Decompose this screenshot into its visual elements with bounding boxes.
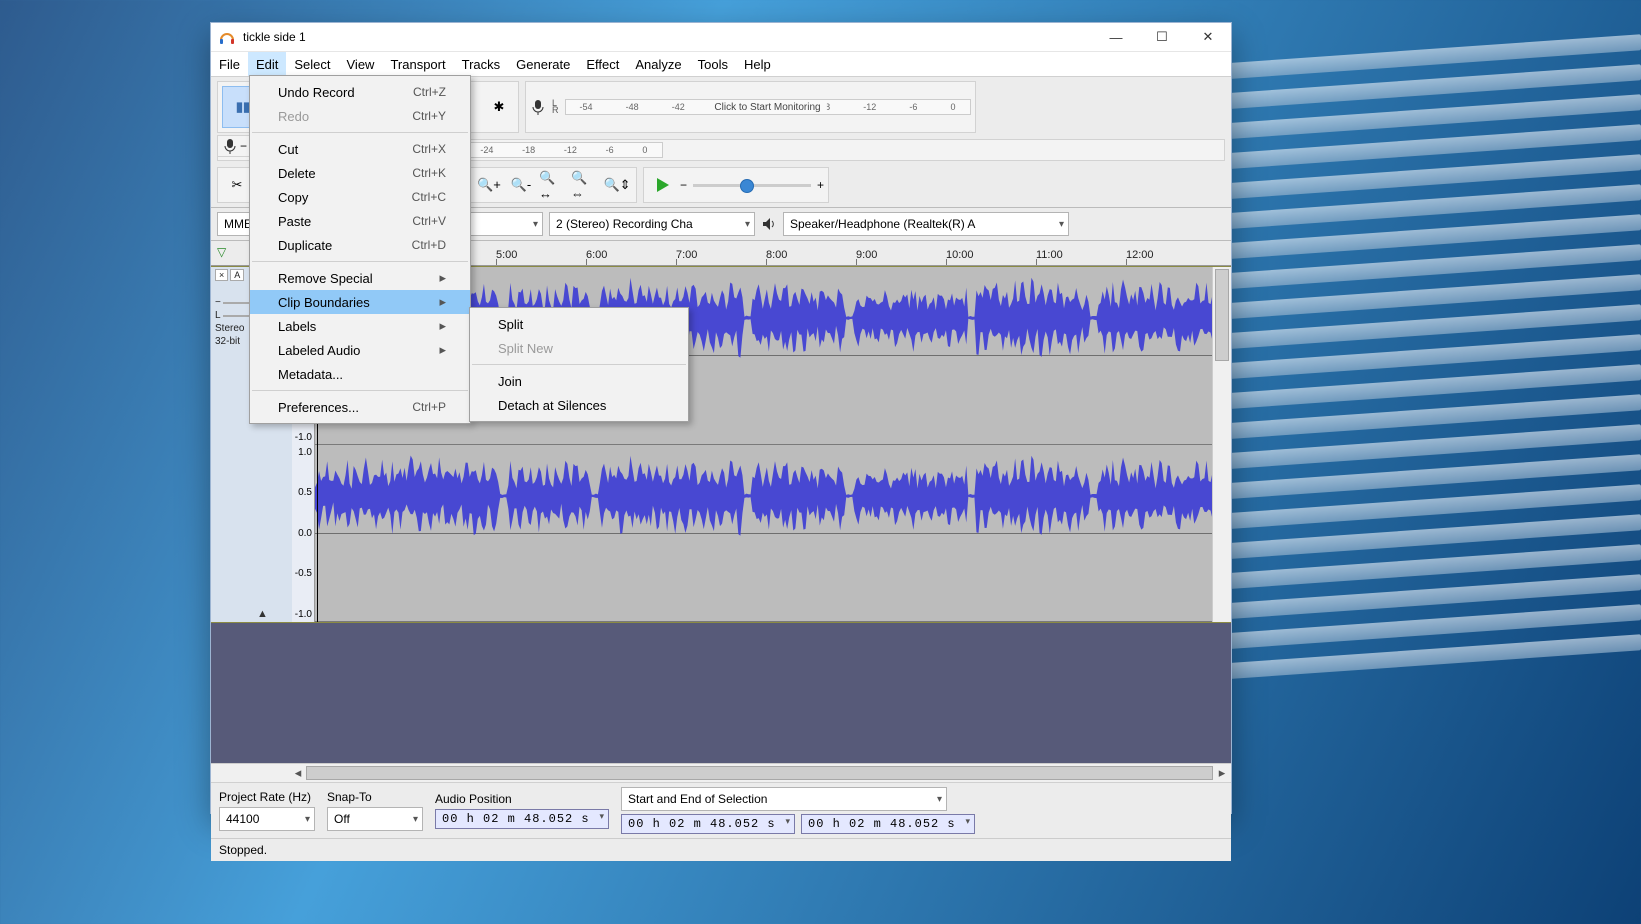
mic-small-icon (222, 138, 238, 154)
zoom-out-button[interactable]: 🔍- (506, 170, 536, 200)
fit-selection-button[interactable]: 🔍↔ (538, 170, 568, 200)
selection-mode-select[interactable]: Start and End of Selection (621, 787, 947, 811)
menuitem-cut[interactable]: CutCtrl+X (250, 137, 470, 161)
edit-menu-dropdown: Undo RecordCtrl+ZRedoCtrl+Y CutCtrl+XDele… (249, 75, 471, 424)
status-text: Stopped. (219, 843, 267, 857)
zoom-toolbar: 🔍+ 🔍- 🔍↔ 🔍⇔ 🔍⇕ (469, 167, 637, 203)
menu-view[interactable]: View (339, 52, 383, 76)
menuitem-clip-boundaries[interactable]: Clip Boundaries (250, 290, 470, 314)
menuitem-join[interactable]: Join (470, 369, 688, 393)
menu-tools[interactable]: Tools (690, 52, 736, 76)
menu-transport[interactable]: Transport (382, 52, 453, 76)
record-channels-select[interactable]: 2 (Stereo) Recording Cha (549, 212, 755, 236)
window-max-button[interactable]: ☐ (1139, 23, 1185, 51)
menuitem-duplicate[interactable]: DuplicateCtrl+D (250, 233, 470, 257)
menu-tracks[interactable]: Tracks (454, 52, 509, 76)
vertical-scrollbar[interactable] (1212, 267, 1231, 622)
meter-hint[interactable]: Click to Start Monitoring (708, 102, 826, 113)
speaker-icon-2 (761, 216, 777, 232)
fit-project-button[interactable]: 🔍⇔ (570, 170, 600, 200)
ruler-tick: 6:00 (586, 249, 607, 261)
play-icon (657, 178, 669, 192)
multi-tool[interactable]: ✱ (484, 92, 514, 122)
zoom-in-button[interactable]: 🔍+ (474, 170, 504, 200)
play-speed-slider[interactable]: −+ (680, 178, 824, 192)
play-at-speed-button[interactable] (648, 170, 678, 200)
menuitem-copy[interactable]: CopyCtrl+C (250, 185, 470, 209)
menu-help[interactable]: Help (736, 52, 779, 76)
project-rate-select[interactable]: 44100 (219, 807, 315, 831)
menuitem-split-new: Split New (470, 336, 688, 360)
mic-icon (530, 99, 546, 115)
audio-position-field[interactable]: 00 h 02 m 48.052 s (435, 809, 609, 829)
app-logo-icon (219, 29, 235, 45)
menuitem-detach-at-silences[interactable]: Detach at Silences (470, 393, 688, 417)
titlebar[interactable]: tickle side 1 ― ☐ ✕ (211, 23, 1231, 52)
collapse-button[interactable]: ▲ (257, 608, 268, 620)
selection-toolbar: Project Rate (Hz) 44100 Snap-To Off Audi… (211, 782, 1231, 838)
menuitem-labeled-audio[interactable]: Labeled Audio (250, 338, 470, 362)
wave-right-icon (315, 445, 1231, 547)
record-meter[interactable]: LR -54-48-42-18-12-60 Click to Start Mon… (525, 81, 976, 133)
menuitem-delete[interactable]: DeleteCtrl+K (250, 161, 470, 185)
pin-icon[interactable]: ▽ (217, 245, 226, 259)
ruler-tick: 12:00 (1126, 249, 1154, 261)
menuitem-redo: RedoCtrl+Y (250, 104, 470, 128)
play-at-speed-toolbar: −+ (643, 167, 829, 203)
app-window: tickle side 1 ― ☐ ✕ FileEditSelectViewTr… (210, 22, 1232, 814)
track-close-button[interactable]: × (215, 269, 228, 281)
clip-boundaries-submenu: SplitSplit New JoinDetach at Silences (469, 307, 689, 422)
menuitem-preferences-[interactable]: Preferences...Ctrl+P (250, 395, 470, 419)
menuitem-split[interactable]: Split (470, 312, 688, 336)
menuitem-labels[interactable]: Labels (250, 314, 470, 338)
playback-device-select[interactable]: Speaker/Headphone (Realtek(R) A (783, 212, 1069, 236)
menuitem-metadata-[interactable]: Metadata... (250, 362, 470, 386)
ruler-tick: 8:00 (766, 249, 787, 261)
ruler-tick: 9:00 (856, 249, 877, 261)
snap-to-label: Snap-To (327, 790, 423, 804)
menu-select[interactable]: Select (286, 52, 338, 76)
project-rate-label: Project Rate (Hz) (219, 790, 315, 804)
menubar: FileEditSelectViewTransportTracksGenerat… (211, 52, 1231, 77)
menu-generate[interactable]: Generate (508, 52, 578, 76)
status-bar: Stopped. (211, 838, 1231, 861)
window-min-button[interactable]: ― (1093, 23, 1139, 51)
menu-effect[interactable]: Effect (578, 52, 627, 76)
ruler-tick: 11:00 (1036, 249, 1063, 261)
window-title: tickle side 1 (243, 30, 306, 44)
zoom-toggle-button[interactable]: 🔍⇕ (602, 170, 632, 200)
ruler-tick: 7:00 (676, 249, 697, 261)
cut-button[interactable]: ✂ (222, 170, 252, 200)
menu-edit[interactable]: Edit (248, 52, 286, 76)
audio-position-label: Audio Position (435, 792, 609, 806)
ruler-tick: 10:00 (946, 249, 974, 261)
menuitem-remove-special[interactable]: Remove Special (250, 266, 470, 290)
waveform-right[interactable] (315, 445, 1231, 623)
selection-end-field[interactable]: 00 h 02 m 48.052 s (801, 814, 975, 834)
horizontal-scrollbar[interactable]: ◂ ▸ (211, 763, 1231, 782)
menuitem-paste[interactable]: PasteCtrl+V (250, 209, 470, 233)
snap-to-select[interactable]: Off (327, 807, 423, 831)
menu-analyze[interactable]: Analyze (627, 52, 689, 76)
selection-start-field[interactable]: 00 h 02 m 48.052 s (621, 814, 795, 834)
window-close-button[interactable]: ✕ (1185, 23, 1231, 51)
menuitem-undo-record[interactable]: Undo RecordCtrl+Z (250, 80, 470, 104)
ruler-tick: 5:00 (496, 249, 517, 261)
menu-file[interactable]: File (211, 52, 248, 76)
empty-track-area[interactable] (211, 623, 1231, 763)
track-menu-button[interactable]: A (230, 269, 244, 281)
